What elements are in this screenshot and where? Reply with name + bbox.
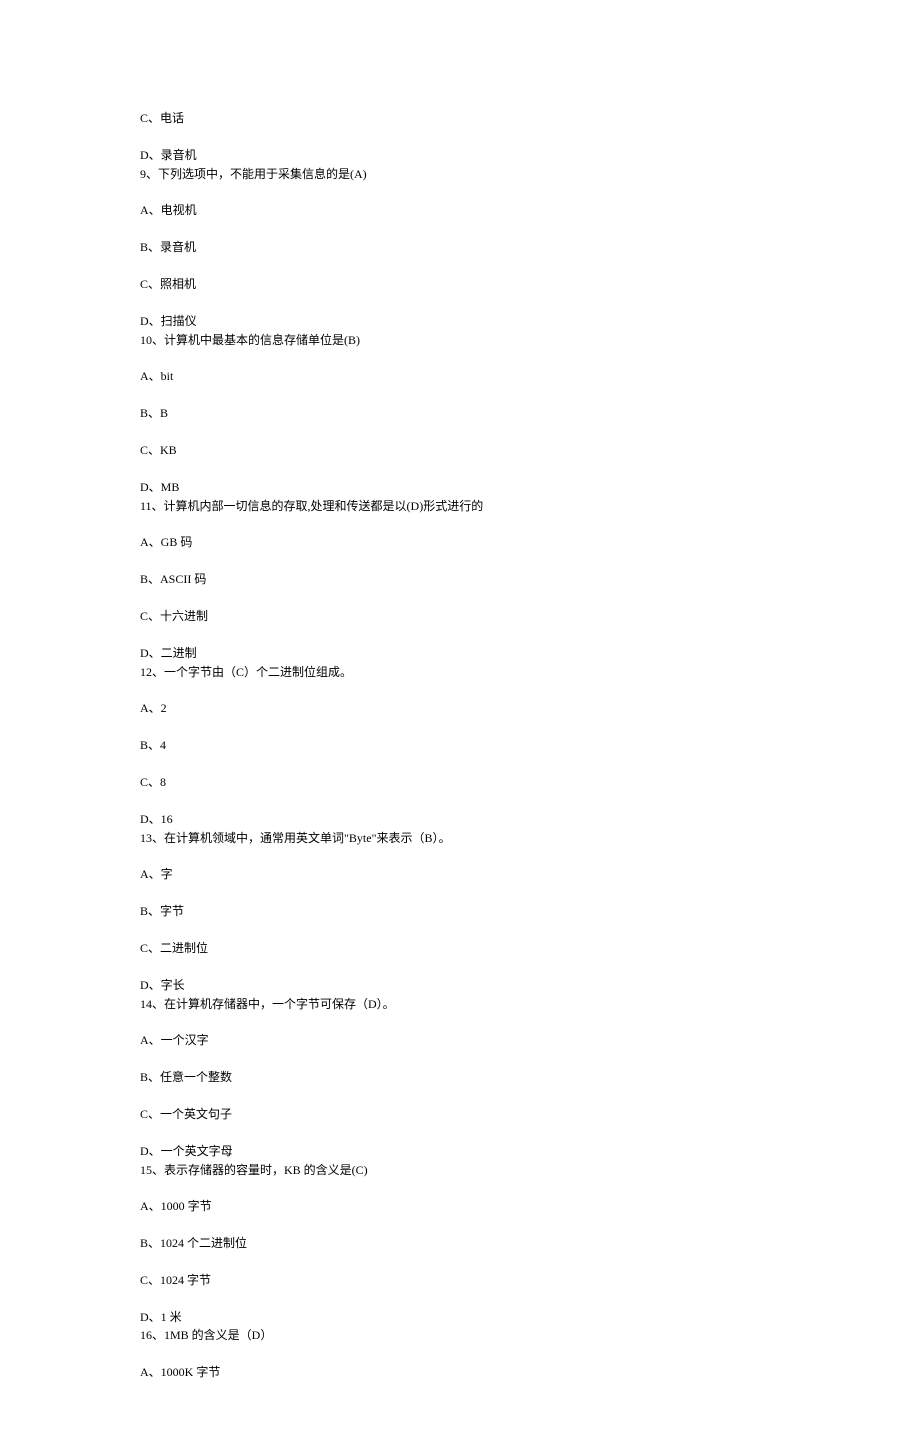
text-line: C、二进制位 xyxy=(140,940,780,957)
text-line: 16、1MB 的含义是（D） xyxy=(140,1327,780,1344)
text-line: C、8 xyxy=(140,774,780,791)
blank-line xyxy=(140,516,780,534)
blank-line xyxy=(140,1254,780,1272)
text-line: B、1024 个二进制位 xyxy=(140,1235,780,1252)
blank-line xyxy=(140,129,780,147)
blank-line xyxy=(140,922,780,940)
text-line: A、1000K 字节 xyxy=(140,1364,780,1381)
text-line: 15、表示存储器的容量时，KB 的含义是(C) xyxy=(140,1162,780,1179)
blank-line xyxy=(140,719,780,737)
blank-line xyxy=(140,885,780,903)
text-line: 10、计算机中最基本的信息存储单位是(B) xyxy=(140,332,780,349)
blank-line xyxy=(140,295,780,313)
blank-line xyxy=(140,350,780,368)
document-body: C、电话 D、录音机 9、下列选项中，不能用于采集信息的是(A) A、电视机 B、录音机… xyxy=(140,110,780,1381)
text-line: A、电视机 xyxy=(140,202,780,219)
text-line: 13、在计算机领域中，通常用英文单词"Byte"来表示（B）。 xyxy=(140,830,780,847)
blank-line xyxy=(140,461,780,479)
blank-line xyxy=(140,1125,780,1143)
text-line: A、bit xyxy=(140,368,780,385)
text-line: D、1 米 xyxy=(140,1309,780,1326)
blank-line xyxy=(140,184,780,202)
blank-line xyxy=(140,1051,780,1069)
text-line: 11、计算机内部一切信息的存取,处理和传送都是以(D)形式进行的 xyxy=(140,498,780,515)
blank-line xyxy=(140,1291,780,1309)
text-line: B、任意一个整数 xyxy=(140,1069,780,1086)
blank-line xyxy=(140,387,780,405)
blank-line xyxy=(140,424,780,442)
text-line: C、一个英文句子 xyxy=(140,1106,780,1123)
text-line: C、1024 字节 xyxy=(140,1272,780,1289)
text-line: A、1000 字节 xyxy=(140,1198,780,1215)
blank-line xyxy=(140,848,780,866)
blank-line xyxy=(140,258,780,276)
blank-line xyxy=(140,1180,780,1198)
text-line: D、16 xyxy=(140,811,780,828)
blank-line xyxy=(140,682,780,700)
blank-line xyxy=(140,627,780,645)
text-line: D、录音机 xyxy=(140,147,780,164)
text-line: C、KB xyxy=(140,442,780,459)
blank-line xyxy=(140,756,780,774)
text-line: A、字 xyxy=(140,866,780,883)
text-line: D、扫描仪 xyxy=(140,313,780,330)
text-line: 9、下列选项中，不能用于采集信息的是(A) xyxy=(140,166,780,183)
text-line: B、4 xyxy=(140,737,780,754)
blank-line xyxy=(140,1217,780,1235)
text-line: 14、在计算机存储器中，一个字节可保存（D）。 xyxy=(140,996,780,1013)
text-line: C、十六进制 xyxy=(140,608,780,625)
text-line: A、GB 码 xyxy=(140,534,780,551)
blank-line xyxy=(140,1088,780,1106)
text-line: 12、一个字节由（C）个二进制位组成。 xyxy=(140,664,780,681)
blank-line xyxy=(140,959,780,977)
blank-line xyxy=(140,221,780,239)
text-line: B、录音机 xyxy=(140,239,780,256)
blank-line xyxy=(140,1014,780,1032)
blank-line xyxy=(140,553,780,571)
text-line: D、二进制 xyxy=(140,645,780,662)
text-line: D、字长 xyxy=(140,977,780,994)
text-line: B、字节 xyxy=(140,903,780,920)
blank-line xyxy=(140,590,780,608)
text-line: B、B xyxy=(140,405,780,422)
text-line: D、MB xyxy=(140,479,780,496)
blank-line xyxy=(140,1346,780,1364)
text-line: B、ASCII 码 xyxy=(140,571,780,588)
text-line: C、电话 xyxy=(140,110,780,127)
text-line: D、一个英文字母 xyxy=(140,1143,780,1160)
text-line: A、一个汉字 xyxy=(140,1032,780,1049)
blank-line xyxy=(140,793,780,811)
text-line: A、2 xyxy=(140,700,780,717)
text-line: C、照相机 xyxy=(140,276,780,293)
